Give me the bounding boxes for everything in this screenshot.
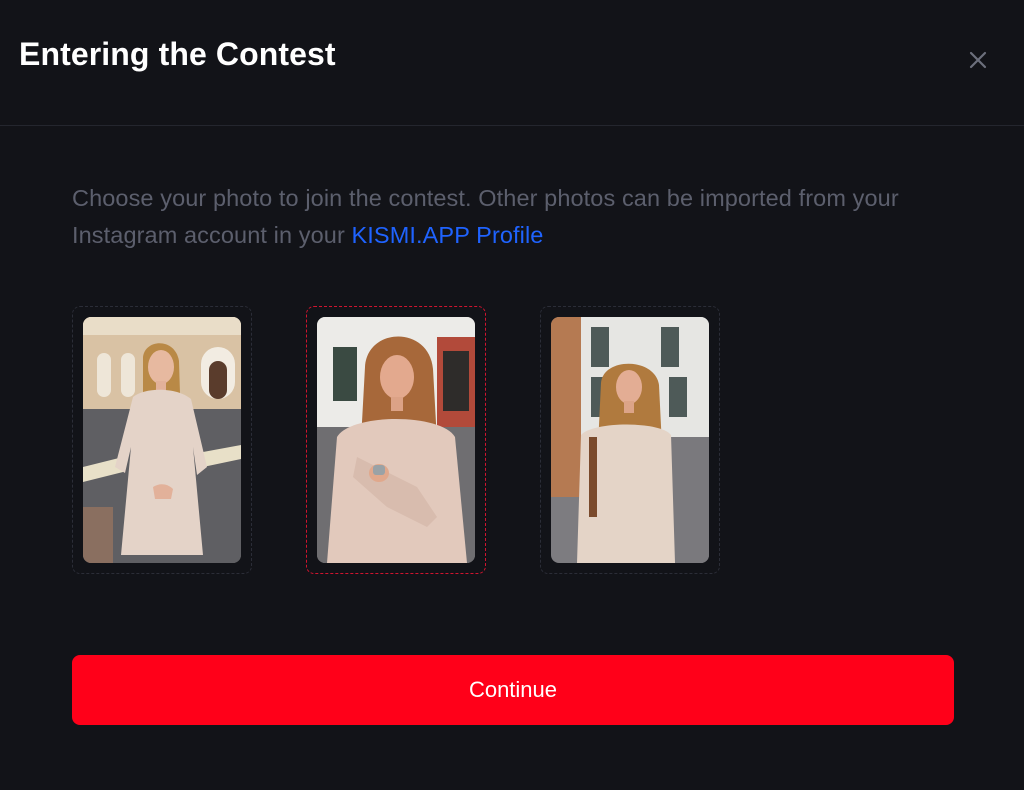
photo-option-1[interactable] [72,306,252,574]
photo-thumbnail [317,317,475,563]
contest-description: Choose your photo to join the contest. O… [72,180,952,254]
photo-thumbnail [83,317,241,563]
modal-header: Entering the Contest [0,0,1024,126]
continue-button[interactable]: Continue [72,655,954,725]
photo-thumbnail [551,317,709,563]
photo-image [317,317,475,563]
profile-link[interactable]: KISMI.APP Profile [352,222,544,248]
photo-option-3[interactable] [540,306,720,574]
modal-title: Entering the Contest [19,36,336,72]
photo-image [551,317,709,563]
contest-modal: Entering the Contest Choose your photo t… [0,0,1024,790]
photo-image [83,317,241,563]
close-icon [969,51,987,69]
photo-option-2[interactable] [306,306,486,574]
close-button[interactable] [962,44,994,76]
